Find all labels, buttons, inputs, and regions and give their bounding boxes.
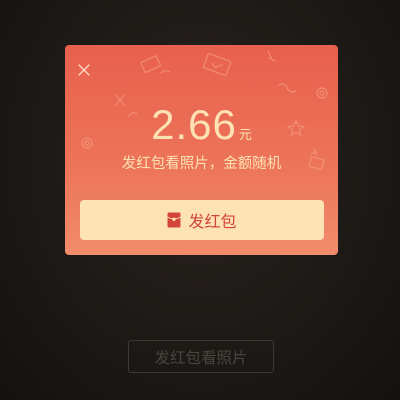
send-button-label: 发红包 bbox=[188, 212, 237, 231]
close-button[interactable] bbox=[75, 61, 93, 79]
send-red-packet-button[interactable]: 发红包 bbox=[80, 200, 324, 240]
background-button-label: 发红包看照片 bbox=[154, 348, 248, 367]
amount-unit: 元 bbox=[238, 127, 252, 142]
amount-display: 2.66 元 bbox=[65, 101, 338, 149]
amount-value: 2.66 bbox=[151, 101, 237, 148]
close-icon bbox=[78, 64, 90, 76]
red-envelope-icon bbox=[167, 212, 182, 228]
send-red-packet-view-photo-button[interactable]: 发红包看照片 bbox=[128, 340, 274, 373]
red-packet-modal: 2.66 元 发红包看照片，金额随机 发红包 bbox=[65, 45, 338, 255]
tagline: 发红包看照片，金额随机 bbox=[121, 156, 282, 172]
